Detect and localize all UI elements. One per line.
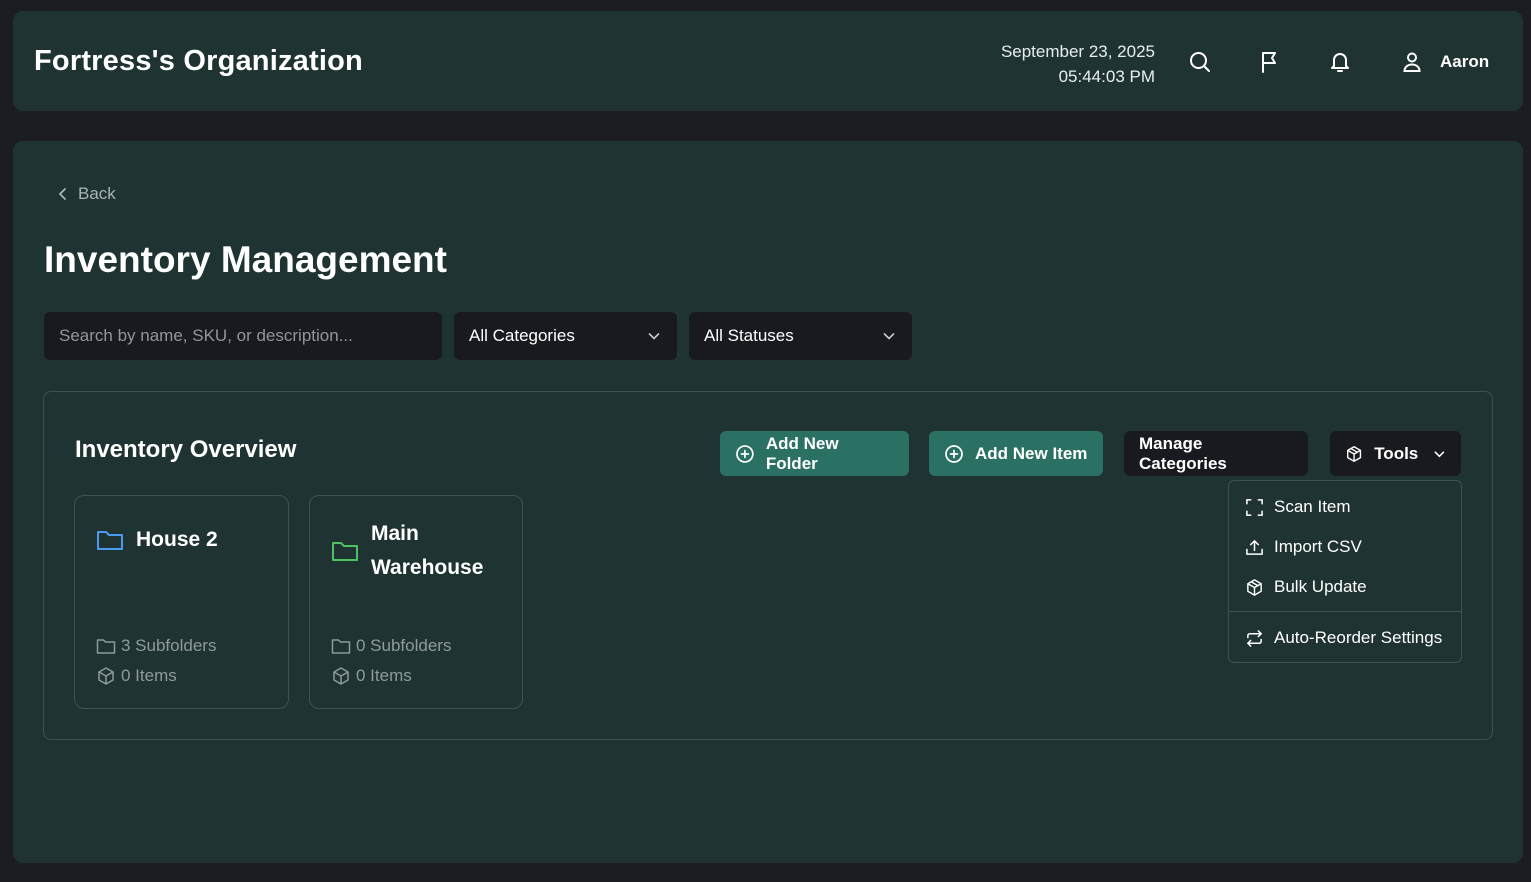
folder-card[interactable]: House 2 3 Subfolders 0 Items — [74, 495, 289, 709]
folder-card[interactable]: Main Warehouse 0 Subfolders 0 Items — [309, 495, 523, 709]
plus-circle-icon — [945, 444, 963, 463]
category-select[interactable]: All Categories — [454, 312, 677, 360]
main-panel: Back Inventory Management All Categories… — [13, 141, 1523, 863]
subfolder-count-text: 0 Subfolders — [356, 636, 452, 655]
menu-item-label: Bulk Update — [1274, 577, 1367, 596]
menu-item-label: Import CSV — [1274, 537, 1362, 556]
item-count: 0 Items — [331, 666, 412, 686]
add-folder-button[interactable]: Add New Folder — [720, 431, 909, 476]
add-folder-label: Add New Folder — [765, 433, 839, 473]
folder-icon — [332, 542, 358, 561]
current-date: September 23, 2025 — [1000, 42, 1155, 61]
item-count-text: 0 Items — [121, 666, 177, 685]
menu-item-bulk-update[interactable]: Bulk Update — [1245, 577, 1367, 597]
add-item-button[interactable]: Add New Item — [929, 431, 1103, 476]
manage-categories-label: Manage Categories — [1139, 433, 1227, 473]
tools-label: Tools — [1374, 443, 1419, 463]
folder-icon — [97, 531, 123, 550]
item-count-text: 0 Items — [356, 666, 412, 685]
back-link[interactable]: Back — [56, 184, 116, 204]
package-icon — [98, 667, 114, 685]
status-select[interactable]: All Statuses — [689, 312, 912, 360]
scan-icon — [1246, 498, 1263, 516]
upload-icon — [1246, 539, 1263, 555]
tools-menu: Scan Item Import CSV Bulk Update Auto-Re… — [1228, 480, 1462, 663]
flag-icon[interactable] — [1256, 48, 1284, 76]
menu-divider — [1229, 611, 1461, 612]
chevron-down-icon — [648, 333, 660, 340]
item-count: 0 Items — [96, 666, 177, 686]
menu-item-scan-item[interactable]: Scan Item — [1245, 497, 1351, 517]
package-icon — [1347, 445, 1362, 462]
tools-dropdown-button[interactable]: Tools — [1330, 431, 1461, 476]
current-time: 05:44:03 PM — [1058, 67, 1155, 86]
status-select-value: All Statuses — [704, 326, 794, 345]
menu-item-label: Scan Item — [1274, 497, 1351, 516]
user-name[interactable]: Aaron — [1440, 52, 1489, 72]
repeat-icon — [1247, 629, 1262, 647]
menu-item-import-csv[interactable]: Import CSV — [1245, 537, 1362, 557]
folder-name: Main Warehouse — [371, 522, 484, 579]
search-input[interactable] — [44, 312, 442, 360]
back-label: Back — [78, 184, 116, 203]
folder-card-header: House 2 — [96, 523, 218, 557]
user-icon[interactable] — [1398, 48, 1426, 76]
subfolder-count: 3 Subfolders — [96, 636, 216, 656]
bell-icon[interactable] — [1326, 48, 1354, 76]
folder-icon — [96, 639, 116, 654]
chevron-down-icon — [1434, 450, 1445, 457]
organization-title: Fortress's Organization — [34, 45, 363, 77]
plus-circle-icon — [736, 444, 754, 463]
category-select-value: All Categories — [469, 326, 575, 345]
datetime-display: September 23, 2025 05:44:03 PM — [1001, 39, 1155, 89]
subfolder-count-text: 3 Subfolders — [121, 636, 217, 655]
inventory-overview-panel: Inventory Overview Add New Folder Add Ne… — [43, 391, 1493, 740]
search-icon[interactable] — [1186, 48, 1214, 76]
chevron-left-icon — [58, 188, 66, 200]
top-header: Fortress's Organization September 23, 20… — [13, 11, 1523, 111]
manage-categories-button[interactable]: Manage Categories — [1124, 431, 1308, 476]
folder-icon — [331, 639, 351, 654]
package-icon — [333, 667, 349, 685]
menu-item-label: Auto-Reorder Settings — [1274, 628, 1443, 647]
folder-card-header: Main Warehouse — [331, 517, 511, 585]
overview-title: Inventory Overview — [75, 436, 297, 463]
add-item-label: Add New Item — [975, 443, 1088, 463]
chevron-down-icon — [883, 333, 895, 340]
folder-name: House 2 — [136, 528, 218, 551]
page-title: Inventory Management — [44, 239, 447, 280]
package-icon — [1247, 578, 1262, 596]
menu-item-auto-reorder-settings[interactable]: Auto-Reorder Settings — [1245, 628, 1442, 648]
subfolder-count: 0 Subfolders — [331, 636, 451, 656]
